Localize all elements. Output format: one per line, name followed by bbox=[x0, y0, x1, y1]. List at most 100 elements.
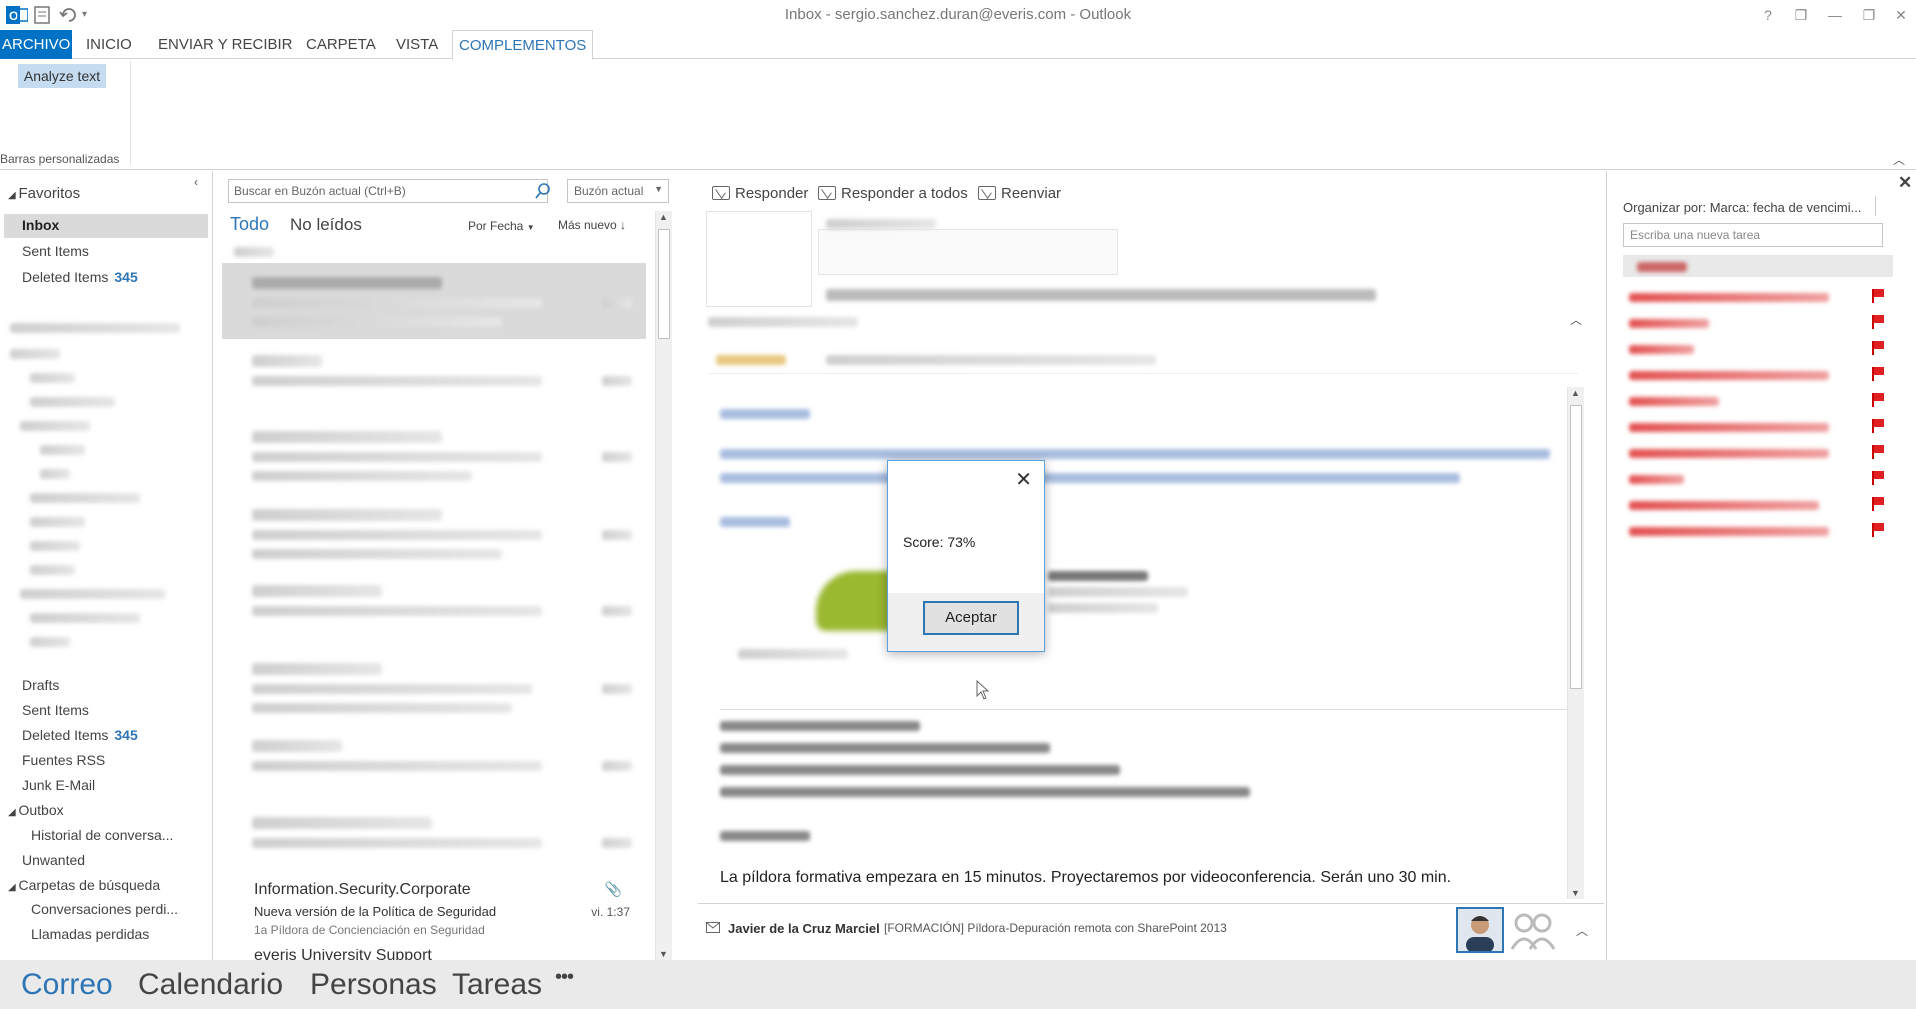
scroll-down-icon[interactable]: ▼ bbox=[659, 949, 668, 959]
filter-unread[interactable]: No leídos bbox=[290, 215, 362, 235]
expand-icon[interactable]: ◢ bbox=[8, 807, 18, 818]
ribbon-display-button[interactable]: ❐ bbox=[1790, 4, 1812, 26]
message-item-partial[interactable]: everis University Support bbox=[254, 949, 644, 960]
window-title: Inbox - sergio.sanchez.duran@everis.com … bbox=[784, 6, 1132, 23]
message-item[interactable] bbox=[222, 571, 646, 647]
search-scope-select[interactable]: Buzón actual ▼ bbox=[567, 179, 669, 203]
message-item[interactable] bbox=[222, 649, 646, 725]
task-arrange-by[interactable]: Organizar por: Marca: fecha de vencimi..… bbox=[1623, 200, 1861, 215]
flag-icon[interactable] bbox=[1872, 315, 1884, 329]
close-tasks-icon[interactable]: ✕ bbox=[1898, 173, 1912, 193]
task-item[interactable] bbox=[1629, 345, 1694, 354]
scroll-up-icon[interactable]: ▲ bbox=[659, 212, 668, 222]
message-item[interactable] bbox=[222, 341, 646, 417]
people-sender[interactable]: Javier de la Cruz Marciel bbox=[728, 921, 880, 936]
folder-historial-conversaciones[interactable]: Historial de conversa... bbox=[31, 827, 173, 843]
message-item[interactable] bbox=[222, 495, 646, 571]
collapse-header-icon[interactable]: ︿ bbox=[1570, 311, 1582, 328]
search-icon[interactable] bbox=[534, 182, 552, 203]
flag-icon[interactable] bbox=[1872, 341, 1884, 355]
blurred-folder bbox=[40, 469, 70, 479]
tab-vista[interactable]: VISTA bbox=[390, 30, 444, 59]
reply-button[interactable]: Responder bbox=[712, 185, 808, 202]
collapse-folder-pane-icon[interactable]: ‹ bbox=[194, 175, 198, 189]
filter-all[interactable]: Todo bbox=[230, 214, 269, 235]
help-button[interactable]: ? bbox=[1757, 4, 1779, 26]
message-item[interactable] bbox=[222, 803, 646, 879]
flag-icon[interactable] bbox=[1872, 393, 1884, 407]
message-list-scrollbar[interactable]: ▲ ▼ bbox=[655, 211, 672, 960]
flag-icon[interactable] bbox=[1872, 367, 1884, 381]
folder-junk-email[interactable]: Junk E-Mail bbox=[22, 777, 95, 793]
flag-icon[interactable] bbox=[1872, 289, 1884, 303]
analyze-text-button[interactable]: Analyze text bbox=[18, 64, 106, 88]
folder-deleted-items[interactable]: Deleted Items 345 bbox=[22, 727, 138, 743]
nav-correo[interactable]: Correo bbox=[21, 968, 113, 1002]
expand-people-icon[interactable]: ︿ bbox=[1576, 922, 1588, 939]
scroll-down-icon[interactable]: ▼ bbox=[1571, 888, 1580, 898]
flag-icon[interactable] bbox=[1872, 445, 1884, 459]
message-item-selected[interactable] bbox=[222, 263, 646, 339]
task-item[interactable] bbox=[1629, 423, 1829, 432]
scrollbar-thumb[interactable] bbox=[658, 229, 670, 339]
task-item[interactable] bbox=[1629, 319, 1709, 328]
task-item[interactable] bbox=[1629, 293, 1829, 302]
nav-tareas[interactable]: Tareas bbox=[452, 968, 542, 1002]
nav-calendario[interactable]: Calendario bbox=[138, 968, 283, 1002]
folder-unwanted[interactable]: Unwanted bbox=[22, 852, 85, 868]
message-item-information-security[interactable]: Information.Security.Corporate Nueva ver… bbox=[222, 871, 646, 947]
message-item[interactable] bbox=[222, 417, 646, 493]
favorite-inbox[interactable]: Inbox bbox=[22, 217, 59, 233]
sort-order[interactable]: Más nuevo ↓ bbox=[558, 218, 626, 232]
expand-icon[interactable]: ◢ bbox=[8, 882, 18, 893]
folder-llamadas-perdidas[interactable]: Llamadas perdidas bbox=[31, 926, 149, 942]
flag-icon[interactable] bbox=[1872, 497, 1884, 511]
folder-conversaciones-perdidas[interactable]: Conversaciones perdi... bbox=[31, 901, 178, 917]
sender-avatar[interactable] bbox=[1456, 907, 1504, 953]
favorite-deleted-items[interactable]: Deleted Items 345 bbox=[22, 269, 138, 285]
collapse-ribbon-icon[interactable]: ︿ bbox=[1893, 151, 1905, 168]
task-item[interactable] bbox=[1629, 501, 1819, 510]
flag-icon[interactable] bbox=[1872, 419, 1884, 433]
favorite-sent-items[interactable]: Sent Items bbox=[22, 243, 89, 259]
blurred-signature bbox=[1048, 571, 1148, 581]
blurred-signature bbox=[1048, 603, 1158, 613]
close-button[interactable]: ✕ bbox=[1890, 4, 1912, 26]
forward-button[interactable]: Reenviar bbox=[978, 185, 1061, 202]
task-item[interactable] bbox=[1629, 449, 1829, 458]
nav-more-icon[interactable]: ••• bbox=[555, 966, 574, 989]
blurred-subject bbox=[826, 289, 1376, 301]
folder-carpetas-busqueda[interactable]: ◢ Carpetas de búsqueda bbox=[8, 877, 160, 893]
flag-icon[interactable] bbox=[1872, 471, 1884, 485]
tab-archivo[interactable]: ARCHIVO bbox=[0, 30, 73, 59]
new-task-input[interactable]: Escriba una nueva tarea bbox=[1623, 223, 1883, 247]
task-item[interactable] bbox=[1629, 527, 1829, 536]
reply-all-button[interactable]: Responder a todos bbox=[818, 185, 968, 202]
search-input[interactable]: Buscar en Buzón actual (Ctrl+B) bbox=[228, 179, 548, 203]
tab-carpeta[interactable]: CARPETA bbox=[300, 30, 382, 59]
favorites-header[interactable]: ◢ Favoritos bbox=[8, 185, 80, 202]
sort-by-date[interactable]: Por Fecha ▼ bbox=[468, 219, 535, 233]
folder-outbox[interactable]: ◢ Outbox bbox=[8, 802, 64, 818]
task-item[interactable] bbox=[1629, 475, 1684, 484]
tab-inicio[interactable]: INICIO bbox=[80, 30, 138, 59]
task-item[interactable] bbox=[1629, 371, 1829, 380]
scroll-up-icon[interactable]: ▲ bbox=[1571, 388, 1580, 398]
folder-fuentes-rss[interactable]: Fuentes RSS bbox=[22, 752, 105, 768]
task-item[interactable] bbox=[1629, 397, 1719, 406]
message-item[interactable] bbox=[222, 726, 646, 802]
tab-enviar-y-recibir[interactable]: ENVIAR Y RECIBIR bbox=[152, 30, 299, 59]
tab-complementos[interactable]: COMPLEMENTOS bbox=[452, 30, 594, 60]
flag-icon[interactable] bbox=[1872, 523, 1884, 537]
scrollbar-thumb[interactable] bbox=[1570, 405, 1582, 689]
restore-button[interactable]: ❐ bbox=[1858, 4, 1880, 26]
reading-scrollbar[interactable]: ▲ ▼ bbox=[1567, 387, 1584, 899]
nav-personas[interactable]: Personas bbox=[310, 968, 437, 1002]
minimize-button[interactable]: — bbox=[1824, 4, 1846, 26]
folder-sent-items[interactable]: Sent Items bbox=[22, 702, 89, 718]
blurred-body bbox=[720, 517, 790, 527]
folder-drafts[interactable]: Drafts bbox=[22, 677, 59, 693]
contacts-icon[interactable] bbox=[1510, 909, 1556, 956]
dialog-close-icon[interactable]: ✕ bbox=[1015, 467, 1032, 492]
dialog-ok-button[interactable]: Aceptar bbox=[923, 601, 1019, 635]
